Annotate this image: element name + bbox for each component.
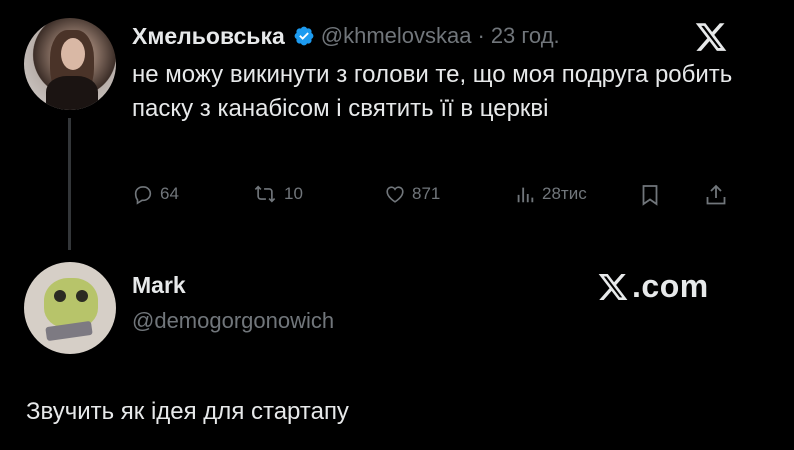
repost-count: 10: [284, 184, 303, 203]
views-button[interactable]: 28тис: [514, 183, 587, 205]
separator-dot: ·: [477, 23, 485, 48]
views-count: 28тис: [542, 184, 587, 203]
heart-icon: [386, 186, 404, 203]
tweet-text: не можу викинути з голови те, що моя под…: [132, 61, 733, 122]
reply-button[interactable]: 64: [132, 183, 179, 205]
tweet-header: Хмельовська @khmelovskaa · 23 год.: [132, 22, 560, 50]
repost-icon: [254, 185, 276, 203]
avatar-frog: [44, 278, 98, 328]
like-button[interactable]: 871: [384, 183, 440, 205]
avatar-body: [46, 76, 98, 110]
share-button[interactable]: [704, 183, 734, 207]
bookmark-icon: [642, 185, 658, 206]
reply-text: Звучить як ідея для стартапу: [26, 398, 349, 425]
reply-avatar[interactable]: [24, 262, 116, 354]
x-logo-icon: [692, 20, 730, 54]
timestamp[interactable]: 23 год.: [491, 23, 560, 49]
reply-author-handle[interactable]: @demogorgonowich: [132, 308, 334, 334]
share-icon: [706, 184, 726, 205]
like-count: 871: [412, 184, 441, 203]
author-name[interactable]: Хмельовська: [132, 23, 285, 50]
views-icon: [517, 187, 534, 203]
bookmark-button[interactable]: [638, 183, 668, 207]
watermark-text: .com: [632, 268, 709, 304]
thread-line: [68, 118, 71, 250]
avatar-eye-right: [76, 290, 88, 302]
verified-badge-icon: [293, 25, 315, 47]
repost-button[interactable]: 10: [252, 183, 303, 205]
author-handle[interactable]: @khmelovskaa: [321, 23, 472, 49]
avatar-face: [61, 38, 85, 70]
reply-count: 64: [160, 184, 179, 203]
reply-author-name[interactable]: Mark: [132, 272, 186, 299]
avatar-eye-left: [54, 290, 66, 302]
reply-icon: [134, 186, 152, 205]
avatar[interactable]: [24, 18, 116, 110]
x-logo-icon: [598, 273, 628, 300]
tweet-actions: 64 10 871 28тис: [132, 183, 742, 213]
x-com-watermark: .com: [596, 268, 709, 305]
